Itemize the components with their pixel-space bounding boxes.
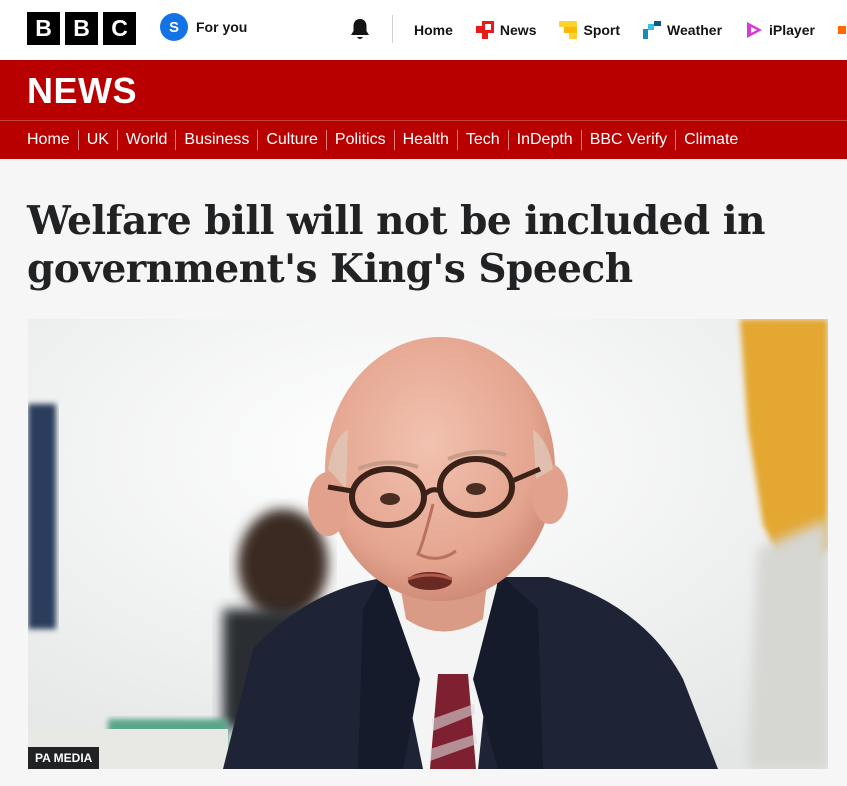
news-banner: NEWS (0, 60, 847, 120)
news-nav-health[interactable]: Health (395, 130, 458, 150)
weather-icon (643, 21, 662, 39)
bbc-logo-block: B (27, 12, 60, 45)
news-nav-tech[interactable]: Tech (458, 130, 509, 150)
global-header: B B C S For you Home News Sport Weather … (0, 0, 847, 60)
notifications-bell-icon[interactable] (349, 17, 371, 41)
bbc-logo[interactable]: B B C (27, 12, 136, 45)
sounds-icon (837, 26, 846, 34)
news-nav-indepth[interactable]: InDepth (509, 130, 582, 150)
sport-icon (559, 21, 578, 39)
global-nav-label: iPlayer (769, 22, 815, 38)
global-nav-iplayer[interactable]: iPlayer (745, 21, 815, 39)
global-nav-label: Home (414, 22, 453, 38)
news-nav-bbc-verify[interactable]: BBC Verify (582, 130, 677, 150)
bbc-logo-block: C (103, 12, 136, 45)
account-avatar: S (160, 13, 188, 41)
news-section-nav-list: Home UK World Business Culture Politics … (27, 121, 746, 159)
global-nav-label: Sport (583, 22, 621, 38)
global-nav-weather[interactable]: Weather (643, 21, 722, 39)
news-nav-world[interactable]: World (118, 130, 177, 150)
news-nav-culture[interactable]: Culture (258, 130, 327, 150)
bbc-logo-block: B (65, 12, 98, 45)
news-nav-business[interactable]: Business (176, 130, 259, 150)
news-nav-home[interactable]: Home (27, 130, 79, 150)
image-credit: PA MEDIA (28, 747, 100, 769)
article-hero-image: PA MEDIA (28, 319, 828, 769)
news-nav-uk[interactable]: UK (79, 130, 118, 150)
global-nav-label: News (499, 22, 537, 38)
global-nav-label: Weather (667, 22, 723, 38)
global-nav-home[interactable]: Home (414, 22, 453, 38)
for-you-label: For you (196, 19, 248, 35)
global-nav: Home News Sport Weather iPlayer (414, 0, 847, 60)
global-nav-sport[interactable]: Sport (559, 21, 620, 39)
news-icon (475, 21, 494, 39)
news-nav-climate[interactable]: Climate (676, 130, 746, 150)
news-wordmark[interactable]: NEWS (27, 70, 137, 112)
news-section-nav: Home UK World Business Culture Politics … (0, 120, 847, 159)
iplayer-icon (747, 22, 763, 38)
global-nav-more[interactable] (837, 21, 847, 39)
global-nav-news[interactable]: News (475, 21, 537, 39)
photo-of-man-in-suit (28, 319, 828, 769)
news-nav-politics[interactable]: Politics (327, 130, 395, 150)
for-you-button[interactable]: S For you (160, 13, 247, 41)
article-headline: Welfare bill will not be included in gov… (27, 198, 765, 292)
header-divider (392, 15, 393, 43)
